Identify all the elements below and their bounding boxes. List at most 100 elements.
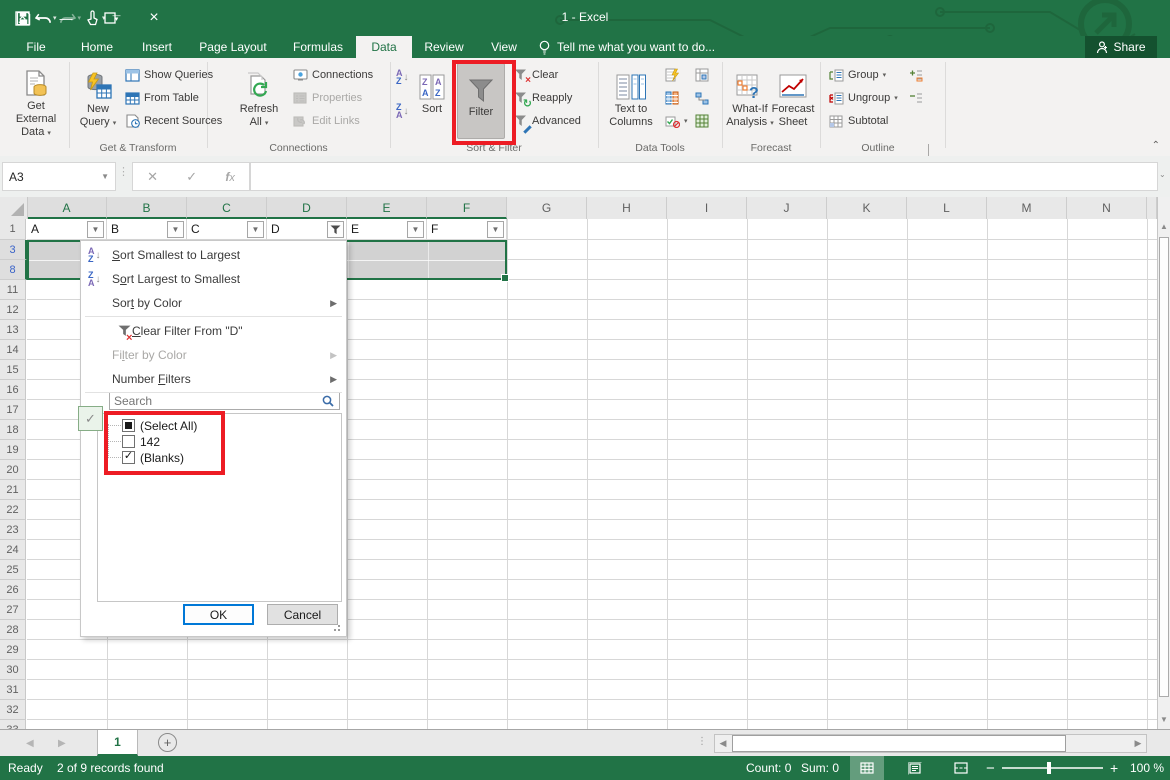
filter-value-label[interactable]: (Blanks) bbox=[140, 450, 184, 466]
close-icon[interactable]: × bbox=[132, 0, 176, 36]
recent-sources-button[interactable]: Recent Sources bbox=[124, 110, 222, 132]
remove-duplicates-button[interactable] bbox=[664, 87, 684, 109]
row-header-8[interactable]: 8 bbox=[0, 260, 27, 280]
filter-value-label[interactable]: (Select All) bbox=[140, 418, 197, 434]
zoom-slider-track[interactable] bbox=[1002, 767, 1103, 769]
scrollbar-splitter[interactable]: ⋮ bbox=[697, 736, 707, 747]
row-header-28[interactable]: 28 bbox=[0, 620, 26, 640]
row-header-31[interactable]: 31 bbox=[0, 680, 26, 700]
clear-filter-button[interactable]: × Clear bbox=[512, 64, 558, 86]
normal-view-button[interactable] bbox=[850, 756, 884, 780]
show-queries-button[interactable]: Show Queries bbox=[124, 64, 213, 86]
new-sheet-icon[interactable]: + bbox=[158, 733, 177, 752]
new-query-button[interactable]: NewQuery ▾ bbox=[74, 61, 122, 140]
menu-item-sort-smallest-to-largest[interactable]: AZ↓Sort Smallest to Largest bbox=[82, 243, 345, 267]
row-header-26[interactable]: 26 bbox=[0, 580, 26, 600]
row-header-19[interactable]: 19 bbox=[0, 440, 26, 460]
tell-me-box[interactable]: Tell me what you want to do... bbox=[538, 36, 715, 58]
header-cell-D1[interactable]: D bbox=[267, 219, 347, 240]
select-all-corner[interactable] bbox=[0, 197, 28, 220]
tab-view[interactable]: View bbox=[476, 36, 532, 58]
formula-input[interactable] bbox=[250, 162, 1158, 191]
scroll-down-icon[interactable]: ▼ bbox=[1158, 715, 1170, 724]
filter-dropdown-button-C[interactable]: ▼ bbox=[247, 221, 264, 238]
name-box-dropdown-icon[interactable]: ▼ bbox=[101, 172, 109, 181]
checkbox-142[interactable] bbox=[122, 435, 135, 448]
row-header-24[interactable]: 24 bbox=[0, 540, 26, 560]
sheet-tab-1[interactable]: 1 bbox=[97, 730, 138, 756]
filter-button[interactable]: Filter bbox=[457, 63, 505, 139]
manage-data-model-button[interactable] bbox=[694, 110, 714, 132]
column-header-D[interactable]: D bbox=[267, 197, 347, 219]
connections-button[interactable]: Connections bbox=[292, 64, 373, 86]
scroll-left-icon[interactable]: ◀ bbox=[715, 735, 731, 752]
from-table-button[interactable]: From Table bbox=[124, 87, 199, 109]
filter-applied-button-D[interactable] bbox=[327, 221, 344, 238]
vertical-scrollbar[interactable]: ▲ ▼ bbox=[1157, 197, 1170, 729]
touch-mode-dropdown-icon[interactable]: ▾ bbox=[102, 14, 106, 22]
fill-handle[interactable] bbox=[501, 274, 509, 282]
reapply-filter-button[interactable]: ↻ Reapply bbox=[512, 87, 572, 109]
tab-file[interactable]: File bbox=[10, 36, 62, 58]
sort-button[interactable]: ZAAZ Sort bbox=[412, 61, 452, 140]
column-header-E[interactable]: E bbox=[347, 197, 427, 219]
show-detail-button[interactable] bbox=[908, 64, 930, 86]
zoom-level[interactable]: 100 % bbox=[1130, 756, 1164, 780]
row-header-32[interactable]: 32 bbox=[0, 700, 26, 720]
page-layout-view-button[interactable] bbox=[898, 756, 932, 780]
zoom-slider-thumb[interactable] bbox=[1047, 762, 1051, 774]
touch-mode-icon[interactable] bbox=[83, 6, 101, 30]
what-if-analysis-button[interactable]: ? What-IfAnalysis ▾ bbox=[726, 61, 774, 140]
sheet-next-icon[interactable]: ▶ bbox=[58, 730, 66, 756]
column-header-I[interactable]: I bbox=[667, 197, 747, 219]
column-header-G[interactable]: G bbox=[507, 197, 587, 219]
column-header-M[interactable]: M bbox=[987, 197, 1067, 219]
expand-formula-bar-icon[interactable]: ⌄ bbox=[1159, 170, 1166, 179]
tab-insert[interactable]: Insert bbox=[128, 36, 186, 58]
header-cell-E1[interactable]: E▼ bbox=[347, 219, 427, 240]
column-header-J[interactable]: J bbox=[747, 197, 827, 219]
group-button[interactable]: Group ▾ bbox=[828, 64, 886, 86]
sheet-prev-icon[interactable]: ◀ bbox=[26, 730, 34, 756]
row-header-29[interactable]: 29 bbox=[0, 640, 26, 660]
zoom-out-icon[interactable]: − bbox=[986, 756, 995, 780]
column-header-B[interactable]: B bbox=[107, 197, 187, 219]
resize-grip-icon[interactable] bbox=[332, 623, 340, 631]
undo-dropdown-icon[interactable]: ▾ bbox=[53, 14, 57, 22]
tab-home[interactable]: Home bbox=[66, 36, 128, 58]
scroll-up-icon[interactable]: ▲ bbox=[1158, 222, 1170, 231]
header-cell-C1[interactable]: C▼ bbox=[187, 219, 267, 240]
forecast-sheet-button[interactable]: ForecastSheet bbox=[768, 61, 818, 140]
row-header-18[interactable]: 18 bbox=[0, 420, 26, 440]
checkbox-blanks[interactable]: ✓ bbox=[122, 451, 135, 464]
tab-data[interactable]: Data bbox=[356, 36, 412, 58]
column-header-L[interactable]: L bbox=[907, 197, 987, 219]
filter-value-label[interactable]: 142 bbox=[140, 434, 160, 450]
collapse-ribbon-icon[interactable]: ⌃ bbox=[1152, 140, 1160, 151]
hide-detail-button[interactable] bbox=[908, 87, 930, 109]
column-header-K[interactable]: K bbox=[827, 197, 907, 219]
text-to-columns-button[interactable]: Text toColumns bbox=[604, 61, 658, 140]
tab-formulas[interactable]: Formulas bbox=[280, 36, 356, 58]
row-header-11[interactable]: 11 bbox=[0, 280, 26, 300]
header-cell-A1[interactable]: A▼ bbox=[27, 219, 107, 240]
formula-bar-splitter[interactable]: ⋮ bbox=[118, 165, 129, 178]
get-external-data-button[interactable]: Get ExternalData ▾ bbox=[6, 61, 66, 140]
row-header-21[interactable]: 21 bbox=[0, 480, 26, 500]
header-cell-B1[interactable]: B▼ bbox=[107, 219, 187, 240]
row-header-20[interactable]: 20 bbox=[0, 460, 26, 480]
column-header-F[interactable]: F bbox=[427, 197, 507, 219]
undo-icon[interactable] bbox=[34, 6, 52, 30]
page-break-view-button[interactable] bbox=[944, 756, 978, 780]
filter-dropdown-button-F[interactable]: ▼ bbox=[487, 221, 504, 238]
filter-value-list[interactable]: (Select All)142 ✓ (Blanks) bbox=[97, 413, 342, 602]
checkbox-select-all[interactable] bbox=[122, 419, 135, 432]
column-header-N[interactable]: N bbox=[1067, 197, 1147, 219]
cancel-button[interactable]: Cancel bbox=[267, 604, 338, 625]
subtotal-button[interactable]: Subtotal bbox=[828, 110, 888, 132]
row-header-13[interactable]: 13 bbox=[0, 320, 26, 340]
ok-button[interactable]: OK bbox=[183, 604, 254, 625]
flash-fill-button[interactable] bbox=[664, 64, 684, 86]
insert-function-icon[interactable]: fx bbox=[225, 170, 235, 184]
row-header-16[interactable]: 16 bbox=[0, 380, 26, 400]
